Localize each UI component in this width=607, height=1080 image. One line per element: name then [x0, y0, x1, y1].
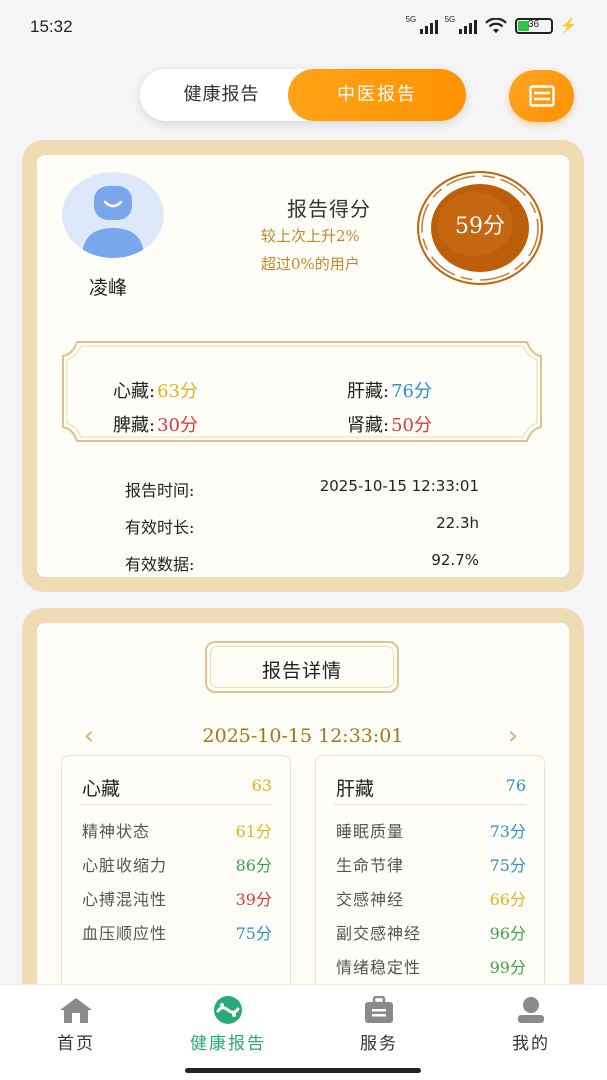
tab-health-report[interactable]: 健康报告 — [140, 69, 303, 121]
score-beat: 超过0%的用户 — [261, 255, 360, 273]
nav-home[interactable]: 首页 — [21, 995, 131, 1054]
organ-heart: 心藏: 63分 — [113, 381, 198, 402]
score-title: 报告得分 — [287, 197, 371, 221]
nav-service[interactable]: 服务 — [324, 995, 434, 1054]
score-value: 59分 — [455, 214, 505, 239]
metric-row: 情绪稳定性 99分 — [336, 958, 526, 977]
organ-spleen: 脾藏: 30分 — [113, 415, 198, 436]
duration-value: 22.3h — [436, 514, 479, 532]
wifi-icon — [484, 17, 507, 33]
organ-kidney: 肾藏: 50分 — [347, 415, 432, 436]
duration-row: 有效时长: 22.3h — [125, 514, 479, 537]
detail-title-frame: 报告详情 — [205, 641, 399, 693]
status-time: 15:32 — [30, 17, 73, 36]
duration-label: 有效时长: — [125, 518, 195, 537]
metric-row: 心搏混沌性 39分 — [82, 890, 272, 909]
metric-row: 副交感神经 96分 — [336, 924, 526, 943]
summary-card-inner: 凌峰 报告得分 较上次上升2% 超过0%的用户 59分 心藏: 63分 肝藏: 76… — [37, 155, 569, 577]
yin-yang-icon — [173, 995, 283, 1025]
status-icons: 5G 5G 36 ⚡ — [406, 15, 577, 34]
detail-card-inner: 报告详情 ‹ 2025-10-15 12:33:01 › 心藏 63 精神状态 … — [37, 623, 569, 995]
tab-tcm-report[interactable]: 中医报告 — [288, 69, 466, 121]
metric-row: 睡眠质量 73分 — [336, 822, 526, 841]
detail-title: 报告详情 — [261, 660, 342, 682]
panel-name: 心藏 — [82, 778, 121, 800]
panel-score: 76 — [505, 776, 526, 795]
report-type-toggle: 健康报告 中医报告 — [140, 69, 466, 121]
detail-date: 2025-10-15 12:33:01 — [202, 725, 404, 747]
liver-panel: 肝藏 76 睡眠质量 73分 生命节律 75分 交感神经 66分 副交感神经 9… — [315, 755, 545, 995]
metric-row: 血压顺应性 75分 — [82, 924, 272, 943]
battery-icon: 36 — [514, 17, 553, 34]
divider — [334, 804, 526, 805]
report-time-row: 报告时间: 2025-10-15 12:33:01 — [125, 477, 479, 500]
home-indicator[interactable] — [185, 1068, 421, 1073]
signal-icon-2: 5G — [445, 15, 477, 34]
charging-icon: ⚡ — [559, 17, 577, 33]
organ-liver: 肝藏: 76分 — [347, 381, 432, 402]
panel-score: 63 — [251, 776, 272, 795]
summary-card: 凌峰 报告得分 较上次上升2% 超过0%的用户 59分 心藏: 63分 肝藏: 76… — [22, 140, 584, 592]
metric-row: 生命节律 75分 — [336, 856, 526, 875]
home-icon — [21, 995, 131, 1025]
metric-row: 心脏收缩力 86分 — [82, 856, 272, 875]
user-avatar-icon[interactable] — [62, 172, 164, 258]
detail-card: 报告详情 ‹ 2025-10-15 12:33:01 › 心藏 63 精神状态 … — [22, 608, 584, 1008]
heart-panel: 心藏 63 精神状态 61分 心脏收缩力 86分 心搏混沌性 39分 血压顺应性… — [61, 755, 291, 995]
score-change: 较上次上升2% — [261, 227, 360, 245]
nav-mine[interactable]: 我的 — [476, 995, 586, 1054]
divider — [80, 804, 272, 805]
user-icon — [476, 995, 586, 1025]
user-name: 凌峰 — [89, 277, 128, 299]
signal-icon: 5G — [406, 15, 438, 34]
report-time-value: 2025-10-15 12:33:01 — [319, 477, 479, 495]
briefcase-icon — [324, 995, 434, 1025]
metric-row: 交感神经 66分 — [336, 890, 526, 909]
chevron-right-icon[interactable]: › — [503, 721, 523, 751]
valid-data-value: 92.7% — [431, 551, 479, 569]
report-time-label: 报告时间: — [125, 481, 195, 500]
valid-data-row: 有效数据: 92.7% — [125, 551, 479, 574]
panel-name: 肝藏 — [336, 778, 375, 800]
nav-health-report[interactable]: 健康报告 — [173, 995, 283, 1054]
metric-row: 精神状态 61分 — [82, 822, 272, 841]
valid-data-label: 有效数据: — [125, 555, 195, 574]
status-bar: 15:32 5G 5G 36 ⚡ — [0, 0, 607, 56]
menu-button[interactable] — [509, 70, 574, 122]
list-icon — [528, 85, 555, 107]
bottom-nav: 首页 健康报告 服务 我的 — [0, 984, 607, 1060]
